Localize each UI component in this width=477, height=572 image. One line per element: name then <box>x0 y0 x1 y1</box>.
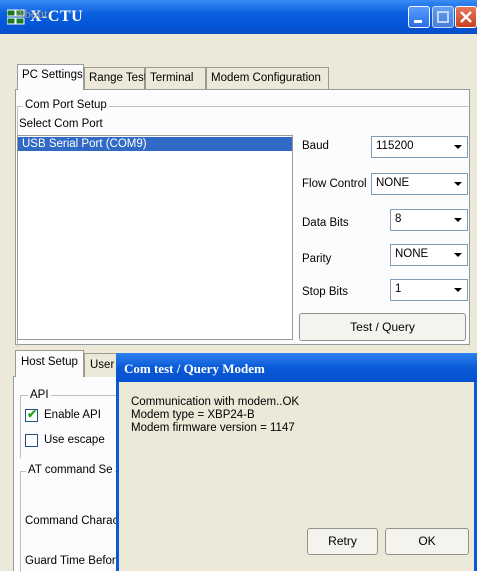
close-icon <box>460 11 472 23</box>
select-com-port-label: Select Com Port <box>19 118 103 130</box>
dialog-message-line: Modem type = XBP24-B <box>131 409 255 421</box>
com-port-list-item[interactable]: USB Serial Port (COM9) <box>18 137 292 151</box>
chevron-down-icon <box>454 253 462 257</box>
retry-button[interactable]: Retry <box>307 528 378 555</box>
parity-label: Parity <box>302 253 332 265</box>
chevron-down-icon <box>454 145 462 149</box>
tab-host-setup[interactable]: Host Setup <box>15 350 84 377</box>
guard-time-label: Guard Time Befor <box>25 555 116 567</box>
test-query-button[interactable]: Test / Query <box>299 313 466 341</box>
api-groupbox <box>20 395 121 458</box>
data-bits-select[interactable]: 8 <box>390 209 468 231</box>
menu-item-about[interactable]: About <box>15 6 48 22</box>
chevron-down-icon <box>454 182 462 186</box>
tab-pc-settings[interactable]: PC Settings <box>17 64 84 90</box>
com-port-list[interactable] <box>17 135 293 340</box>
enable-api-checkbox[interactable]: ✔ <box>25 407 38 422</box>
baud-select[interactable]: 115200 <box>371 136 468 158</box>
enable-api-label: Enable API <box>44 409 101 421</box>
data-bits-label: Data Bits <box>302 217 349 229</box>
chevron-down-icon <box>454 288 462 292</box>
chevron-down-icon <box>454 218 462 222</box>
dialog-message-line: Communication with modem..OK <box>131 396 300 408</box>
baud-label: Baud <box>302 140 329 152</box>
parity-value: NONE <box>395 248 429 260</box>
stop-bits-value: 1 <box>395 283 402 295</box>
use-escape-checkbox[interactable] <box>25 434 38 447</box>
tab-terminal[interactable]: Terminal <box>145 67 206 89</box>
parity-select[interactable]: NONE <box>390 244 468 266</box>
tab-range-test[interactable]: Range Test <box>84 67 147 89</box>
minimize-icon <box>414 20 422 23</box>
data-bits-value: 8 <box>395 213 402 225</box>
flow-control-select[interactable]: NONE <box>371 173 468 195</box>
command-character-label: Command Charac <box>25 515 119 527</box>
stop-bits-label: Stop Bits <box>302 286 349 298</box>
dialog-message-line: Modem firmware version = 1147 <box>131 422 295 434</box>
use-escape-label: Use escape <box>44 434 105 446</box>
stop-bits-select[interactable]: 1 <box>390 279 468 301</box>
flow-control-value: NONE <box>376 177 410 189</box>
dialog-title: Com test / Query Modem <box>124 361 265 376</box>
com-port-setup-title: Com Port Setup <box>23 99 109 111</box>
minimize-button[interactable] <box>408 6 430 28</box>
menu-bar <box>0 34 477 60</box>
flow-control-label: Flow Control <box>302 178 367 190</box>
tab-modem-configuration[interactable]: Modem Configuration <box>206 67 329 89</box>
check-icon: ✔ <box>27 407 38 421</box>
at-command-group-title: AT command Se <box>26 464 115 476</box>
baud-value: 115200 <box>376 140 414 152</box>
api-group-title: API <box>28 389 51 401</box>
maximize-button[interactable] <box>432 6 454 28</box>
close-button[interactable] <box>455 6 477 28</box>
ok-button[interactable]: OK <box>385 528 469 555</box>
maximize-icon <box>437 11 449 23</box>
